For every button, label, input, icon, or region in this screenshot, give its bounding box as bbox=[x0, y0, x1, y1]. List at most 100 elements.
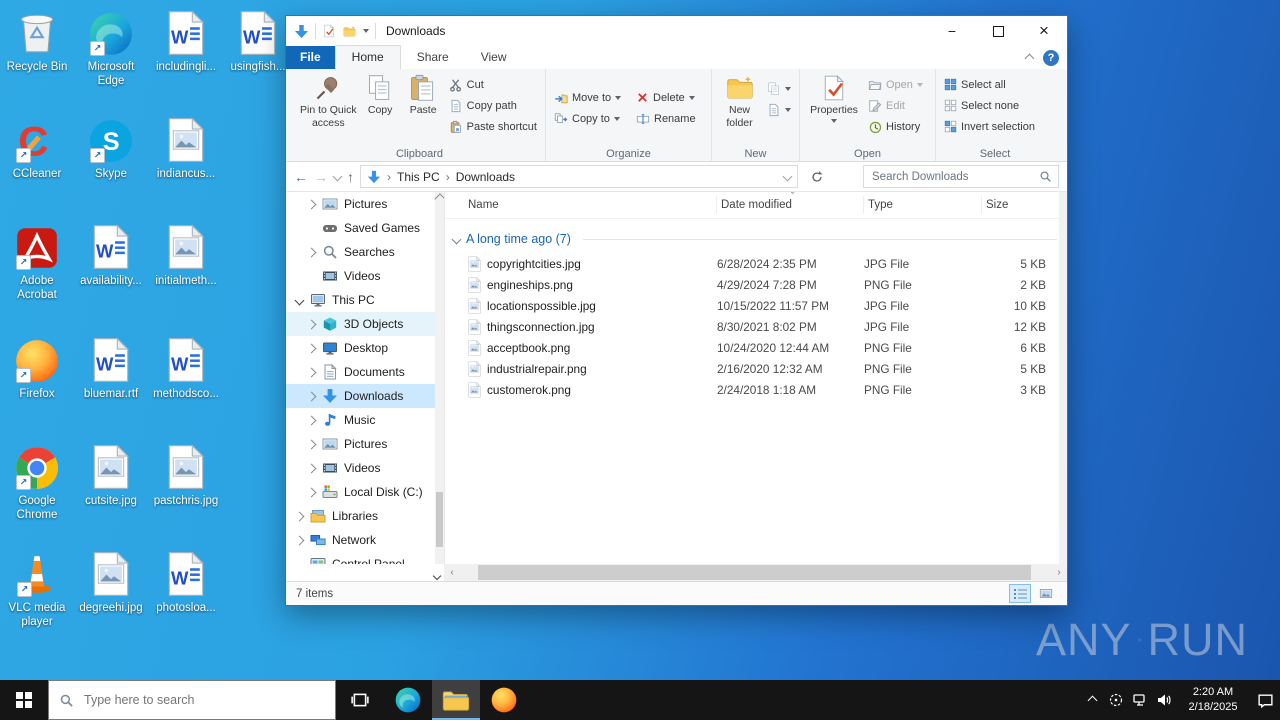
desktop-icon-adobe-acrobat[interactable]: ↗ Adobe Acrobat bbox=[0, 222, 74, 302]
chevron-right-icon[interactable] bbox=[307, 319, 317, 329]
desktop-icon-firefox[interactable]: ↗ Firefox bbox=[0, 335, 74, 401]
select-all-button[interactable]: Select all bbox=[940, 74, 1039, 95]
chevron-down-icon[interactable] bbox=[295, 295, 305, 305]
scroll-left-icon[interactable]: ‹ bbox=[444, 567, 460, 578]
desktop-icon-cutsite[interactable]: cutsite.jpg bbox=[74, 442, 148, 508]
chevron-right-icon[interactable] bbox=[307, 487, 317, 497]
pin-to-quick-access-button[interactable]: Pin to Quick access bbox=[298, 72, 359, 131]
nav-item-downloads[interactable]: Downloads bbox=[286, 384, 444, 408]
file-row-engineships[interactable]: engineships.png 4/29/2024 7:28 PM PNG Fi… bbox=[445, 274, 1067, 295]
search-downloads-input[interactable] bbox=[870, 170, 1039, 184]
details-view-button[interactable] bbox=[1009, 584, 1031, 603]
paste-button[interactable]: Paste bbox=[402, 72, 445, 119]
refresh-button[interactable] bbox=[804, 164, 830, 189]
copy-path-button[interactable]: Copy path bbox=[445, 95, 541, 116]
scroll-right-icon[interactable]: › bbox=[1051, 567, 1067, 578]
collapse-ribbon-icon[interactable] bbox=[1025, 53, 1035, 63]
paste-shortcut-button[interactable]: Paste shortcut bbox=[445, 116, 541, 137]
desktop-icon-photosloa[interactable]: photosloa... bbox=[149, 549, 223, 615]
history-button[interactable]: History bbox=[864, 116, 927, 137]
nav-scroll-down-icon[interactable] bbox=[433, 572, 441, 580]
nav-item-network[interactable]: Network bbox=[286, 528, 444, 552]
file-row-acceptbook[interactable]: acceptbook.png 10/24/2020 12:44 AM PNG F… bbox=[445, 337, 1067, 358]
desktop-icon-includingli[interactable]: includingli... bbox=[149, 8, 223, 74]
file-list-scrollbar[interactable] bbox=[1059, 192, 1067, 564]
edit-button[interactable]: Edit bbox=[864, 95, 927, 116]
rename-button[interactable]: Rename bbox=[632, 108, 706, 129]
desktop-icon-microsoft-edge[interactable]: ↗ Microsoft Edge bbox=[74, 8, 148, 88]
desktop-icon-google-chrome[interactable]: ↗ Google Chrome bbox=[0, 442, 74, 522]
invert-selection-button[interactable]: Invert selection bbox=[940, 116, 1039, 137]
nav-item-control-panel[interactable]: Control Panel bbox=[286, 552, 444, 564]
search-icon[interactable] bbox=[1039, 170, 1052, 183]
title-bar[interactable]: Downloads − × bbox=[286, 16, 1067, 46]
chevron-right-icon[interactable] bbox=[307, 343, 317, 353]
start-button[interactable] bbox=[0, 680, 48, 720]
maximize-button[interactable] bbox=[975, 17, 1021, 46]
file-row-industrialrepair[interactable]: industrialrepair.png 2/16/2020 12:32 AM … bbox=[445, 358, 1067, 379]
nav-item-documents[interactable]: Documents bbox=[286, 360, 444, 384]
properties-button[interactable]: Properties bbox=[804, 72, 864, 125]
nav-item-videos[interactable]: Videos bbox=[286, 264, 444, 288]
column-header-date-modified[interactable]: Date modified bbox=[717, 196, 864, 214]
tab-home[interactable]: Home bbox=[335, 45, 401, 69]
nav-item-this-pc[interactable]: This PC bbox=[286, 288, 444, 312]
column-header-size[interactable]: Size bbox=[982, 196, 1052, 214]
nav-item-pictures[interactable]: Pictures bbox=[286, 192, 444, 216]
desktop-icon-degreehi[interactable]: degreehi.jpg bbox=[74, 549, 148, 615]
help-icon[interactable]: ? bbox=[1043, 50, 1059, 66]
desktop-icon-vlc[interactable]: ↗ VLC media player bbox=[0, 549, 74, 629]
taskbar-explorer-button[interactable] bbox=[432, 680, 480, 720]
tab-file[interactable]: File bbox=[286, 46, 335, 69]
select-none-button[interactable]: Select none bbox=[940, 95, 1039, 116]
copy-button[interactable]: Copy bbox=[359, 72, 402, 119]
desktop-icon-ccleaner[interactable]: ↗ CCleaner bbox=[0, 115, 74, 181]
file-row-locationspossible[interactable]: locationspossible.jpg 10/15/2022 11:57 P… bbox=[445, 295, 1067, 316]
group-header[interactable]: A long time ago (7) bbox=[445, 225, 1067, 253]
column-header-name[interactable]: Name bbox=[445, 196, 717, 214]
taskbar-search-input[interactable] bbox=[82, 692, 325, 708]
desktop-icon-bluemar[interactable]: bluemar.rtf bbox=[74, 335, 148, 401]
tab-share[interactable]: Share bbox=[401, 46, 465, 69]
action-center-button[interactable] bbox=[1250, 692, 1280, 709]
nav-item-local-disk-c[interactable]: Local Disk (C:) bbox=[286, 480, 444, 504]
tray-volume-icon[interactable] bbox=[1152, 692, 1176, 708]
desktop-icon-initialmeth[interactable]: initialmeth... bbox=[149, 222, 223, 288]
desktop-icon-indiancus[interactable]: indiancus... bbox=[149, 115, 223, 181]
address-dropdown-icon[interactable] bbox=[783, 172, 793, 182]
chevron-right-icon[interactable] bbox=[307, 199, 317, 209]
chevron-right-icon[interactable] bbox=[295, 511, 305, 521]
tray-chevron-up-icon[interactable] bbox=[1080, 697, 1104, 704]
search-box[interactable] bbox=[863, 165, 1059, 188]
tray-agent-icon[interactable] bbox=[1104, 692, 1128, 708]
chevron-right-icon[interactable] bbox=[295, 535, 305, 545]
forward-button[interactable]: → bbox=[314, 169, 328, 185]
taskbar-search[interactable] bbox=[48, 680, 336, 720]
chevron-right-icon[interactable] bbox=[307, 391, 317, 401]
copy-to-button[interactable]: Copy to bbox=[550, 108, 632, 129]
move-to-button[interactable]: Move to bbox=[550, 87, 632, 108]
nav-item-music[interactable]: Music bbox=[286, 408, 444, 432]
taskbar-clock[interactable]: 2:20 AM 2/18/2025 bbox=[1182, 685, 1244, 715]
up-button[interactable]: ↑ bbox=[347, 169, 354, 185]
breadcrumb-downloads[interactable]: Downloads bbox=[456, 170, 515, 184]
desktop-icon-skype[interactable]: ↗ Skype bbox=[74, 115, 148, 181]
desktop-icon-usingfish[interactable]: usingfish... bbox=[221, 8, 295, 74]
task-view-button[interactable] bbox=[336, 680, 384, 720]
properties-quick-icon[interactable] bbox=[322, 24, 336, 38]
chevron-down-icon[interactable] bbox=[295, 559, 305, 564]
taskbar-firefox-button[interactable] bbox=[480, 680, 528, 720]
taskbar-edge-button[interactable] bbox=[384, 680, 432, 720]
breadcrumb[interactable]: › This PC › Downloads bbox=[360, 165, 798, 188]
file-row-customerok[interactable]: customerok.png 2/24/2018 1:18 AM PNG Fil… bbox=[445, 379, 1067, 400]
tab-view[interactable]: View bbox=[465, 46, 523, 69]
minimize-button[interactable]: − bbox=[929, 17, 975, 46]
nav-item-saved-games[interactable]: Saved Games bbox=[286, 216, 444, 240]
breadcrumb-this-pc[interactable]: This PC bbox=[397, 170, 440, 184]
nav-item-libraries[interactable]: Libraries bbox=[286, 504, 444, 528]
desktop-icon-methodsco[interactable]: methodsco... bbox=[149, 335, 223, 401]
chevron-right-icon[interactable] bbox=[307, 367, 317, 377]
tray-network-icon[interactable] bbox=[1128, 692, 1152, 708]
column-header-type[interactable]: Type bbox=[864, 196, 982, 214]
chevron-right-icon[interactable] bbox=[307, 439, 317, 449]
